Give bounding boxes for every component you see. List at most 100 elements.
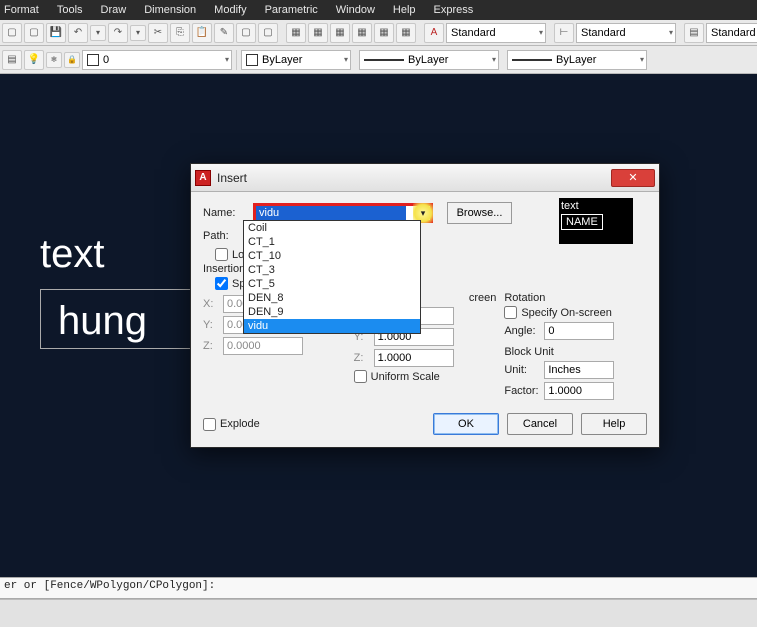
dropdown-icon[interactable]: ▾ [130,25,146,41]
tool-button[interactable]: ▢ [24,23,44,43]
locate-checkbox[interactable] [215,248,228,261]
tool-button[interactable]: ▦ [396,23,416,43]
command-line[interactable]: er or [Fence/WPolygon/CPolygon]: [0,577,757,599]
rotation-heading: Rotation [504,292,647,304]
dropdown-item[interactable]: Coil [244,221,420,235]
canvas-text: hung [58,299,147,344]
color-combo[interactable]: ByLayer▾ [241,50,351,70]
layer-combo[interactable]: 0▾ [82,50,232,70]
dim-style-icon[interactable]: ⊢ [554,23,574,43]
block-preview: text NAME [559,198,633,244]
y-label: Y: [203,319,223,331]
line-icon [364,59,404,61]
combo-value: ByLayer [262,54,302,66]
menu-express[interactable]: Express [434,4,474,16]
angle-input[interactable] [544,322,614,340]
toolbar-row-1: ▢ ▢ 💾 ↶ ▾ ↷ ▾ ✂ ⎘ 📋 ✎ ▢ ▢ ▦ ▦ ▦ ▦ ▦ ▦ A … [0,20,757,46]
menu-window[interactable]: Window [336,4,375,16]
tool-button[interactable]: ▦ [286,23,306,43]
tool-button[interactable]: ▦ [352,23,372,43]
ok-button[interactable]: OK [433,413,499,435]
rotation-group: Rotation Specify On-screen Angle: Block … [504,292,647,403]
undo-icon[interactable]: ↶ [68,23,88,43]
cut-icon[interactable]: ✂ [148,23,168,43]
z-input[interactable] [223,337,303,355]
combo-value: Standard [711,27,756,39]
table-style-combo[interactable]: Standard▾ [706,23,757,43]
copy-icon[interactable]: ⎘ [170,23,190,43]
factor-label: Factor: [504,385,544,397]
tool-button[interactable]: ▢ [2,23,22,43]
text-style-icon[interactable]: A [424,23,444,43]
toolbar-row-2: ▤ 💡 ❄ 🔒 0▾ ByLayer▾ ByLayer▾ ByLayer▾ [0,46,757,74]
explode-label: Explode [220,418,260,430]
unit-input [544,361,614,379]
dim-style-combo[interactable]: Standard▾ [576,23,676,43]
explode-checkbox[interactable] [203,418,216,431]
name-label: Name: [203,207,253,219]
lineweight-combo[interactable]: ByLayer▾ [507,50,647,70]
dropdown-item[interactable]: CT_3 [244,263,420,277]
tool-button[interactable]: ▦ [308,23,328,43]
paste-icon[interactable]: 📋 [192,23,212,43]
uniform-scale-checkbox[interactable] [354,370,367,383]
redo-icon[interactable]: ↷ [108,23,128,43]
tool-button[interactable]: ▢ [258,23,278,43]
layer-freeze-icon[interactable]: ❄ [46,52,62,68]
help-button[interactable]: Help [581,413,647,435]
cancel-button[interactable]: Cancel [507,413,573,435]
preview-text: text [561,200,631,212]
x-label: X: [203,298,223,310]
combo-value: 0 [103,54,109,66]
tool-button[interactable]: ▢ [236,23,256,43]
line-icon [512,59,552,61]
close-button[interactable]: ✕ [611,169,655,187]
rotation-specify-checkbox[interactable] [504,306,517,319]
name-dropdown-list[interactable]: Coil CT_1 CT_10 CT_3 CT_5 DEN_8 DEN_9 vi… [243,220,421,334]
rotation-specify-label: Specify On-screen [521,307,611,319]
linetype-combo[interactable]: ByLayer▾ [359,50,499,70]
match-icon[interactable]: ✎ [214,23,234,43]
save-icon[interactable]: 💾 [46,23,66,43]
dropdown-item-selected[interactable]: vidu [244,319,420,333]
layer-icon[interactable]: ▤ [2,50,22,70]
menu-modify[interactable]: Modify [214,4,246,16]
unit-label: Unit: [504,364,544,376]
dropdown-item[interactable]: CT_1 [244,235,420,249]
block-unit-heading: Block Unit [504,346,647,358]
color-swatch [87,54,99,66]
combo-value: Standard [581,27,626,39]
text-style-combo[interactable]: Standard▾ [446,23,546,43]
specify-onscreen-checkbox[interactable] [215,277,228,290]
browse-button[interactable]: Browse... [447,202,512,224]
tool-button[interactable]: ▦ [374,23,394,43]
insert-dialog: A Insert ✕ Name: ▾ Browse... text NAME C… [190,163,660,448]
layer-lock-icon[interactable]: 🔒 [64,52,80,68]
dropdown-item[interactable]: DEN_8 [244,291,420,305]
scale-screen-label: creen [469,292,497,304]
menu-format[interactable]: Format [4,4,39,16]
name-input[interactable] [256,206,406,220]
layer-bulb-icon[interactable]: 💡 [24,50,44,70]
menu-draw[interactable]: Draw [101,4,127,16]
command-area: er or [Fence/WPolygon/CPolygon]: [0,577,757,627]
factor-input [544,382,614,400]
menu-parametric[interactable]: Parametric [265,4,318,16]
combo-value: Standard [451,27,496,39]
dropdown-item[interactable]: CT_10 [244,249,420,263]
dropdown-icon[interactable]: ▾ [90,25,106,41]
tool-button[interactable]: ▦ [330,23,350,43]
dropdown-item[interactable]: DEN_9 [244,305,420,319]
app-icon: A [195,170,211,186]
scale-z-input[interactable] [374,349,454,367]
status-bar [0,599,757,627]
table-style-icon[interactable]: ▤ [684,23,704,43]
dialog-titlebar[interactable]: A Insert ✕ [191,164,659,192]
menu-help[interactable]: Help [393,4,416,16]
dropdown-item[interactable]: CT_5 [244,277,420,291]
preview-name: NAME [561,214,603,230]
menu-dimension[interactable]: Dimension [144,4,196,16]
combo-value: ByLayer [408,54,448,66]
dialog-title: Insert [217,171,247,185]
menu-tools[interactable]: Tools [57,4,83,16]
